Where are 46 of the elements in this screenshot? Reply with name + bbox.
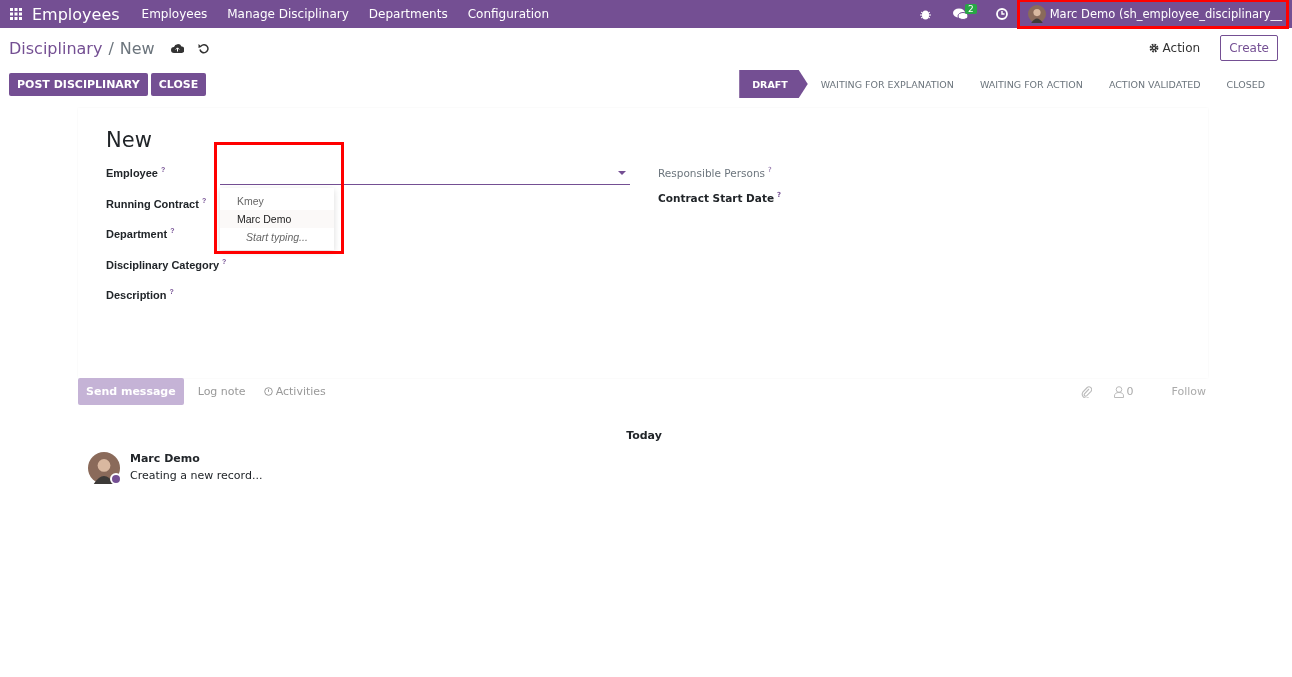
menu-item[interactable]: Employees: [141, 7, 208, 21]
app-title: Employees: [32, 4, 120, 24]
field-label: Employee $^{?}$: [106, 166, 167, 179]
message-count-badge: 2: [964, 4, 977, 14]
status-stage[interactable]: WAITING FOR EXPLANATION: [807, 70, 967, 98]
user-icon: [1114, 385, 1125, 398]
status-stage[interactable]: ACTION VALIDATED: [1095, 70, 1214, 98]
header-button[interactable]: POST DISCIPLINARY: [9, 72, 148, 96]
menu-item[interactable]: Manage Disciplinary: [227, 7, 349, 21]
caret-down-icon[interactable]: [618, 171, 626, 175]
paperclip-icon[interactable]: [1081, 385, 1093, 398]
status-stage[interactable]: WAITING FOR ACTION: [966, 70, 1096, 98]
breadcrumb-separator: /: [108, 38, 114, 58]
action-menu-button[interactable]: Action: [1148, 41, 1201, 55]
create-button[interactable]: Create: [1220, 35, 1278, 61]
author-avatar: [88, 452, 120, 484]
clock-icon: [263, 387, 273, 396]
clock-icon[interactable]: [995, 8, 1008, 20]
gear-icon: [1148, 43, 1159, 53]
dropdown-option[interactable]: Kmey: [220, 192, 334, 210]
field-label: Running Contract $^{?}$: [106, 196, 208, 210]
breadcrumb-item[interactable]: Disciplinary: [9, 38, 103, 58]
user-name: Marc Demo (sh_employee_disciplinary__: [1049, 7, 1282, 21]
message-author: Marc Demo: [130, 452, 201, 465]
status-stage[interactable]: DRAFT: [739, 70, 808, 98]
cloud-upload-icon[interactable]: [170, 43, 184, 53]
status-stage[interactable]: CLOSED: [1213, 70, 1278, 98]
message-body: Creating a new record...: [130, 469, 263, 482]
menu-item[interactable]: Departments: [368, 7, 448, 21]
menu-item[interactable]: Configuration: [467, 7, 550, 21]
apps-menu-icon[interactable]: [10, 8, 22, 20]
discard-icon[interactable]: [197, 42, 209, 54]
bug-icon[interactable]: [919, 8, 931, 20]
record-title: New: [106, 128, 153, 152]
field-label: Disciplinary Category $^{?}$: [106, 257, 228, 271]
user-avatar: [1027, 5, 1046, 23]
breadcrumb-item[interactable]: New: [119, 38, 155, 58]
date-separator: Today: [626, 429, 662, 442]
field-label: Department $^{?}$: [106, 227, 176, 240]
dropdown-option[interactable]: Marc Demo: [220, 210, 334, 228]
dropdown-hint: Start typing...: [245, 230, 309, 245]
user-menu[interactable]: Marc Demo (sh_employee_disciplinary__: [1019, 2, 1286, 26]
field-label: Contract Start Date $^{?}$: [658, 191, 783, 206]
header-button[interactable]: CLOSE: [150, 72, 207, 96]
field-label: Description $^{?}$: [106, 288, 175, 301]
field-label: Responsible Persons $^{?}$: [658, 166, 773, 181]
